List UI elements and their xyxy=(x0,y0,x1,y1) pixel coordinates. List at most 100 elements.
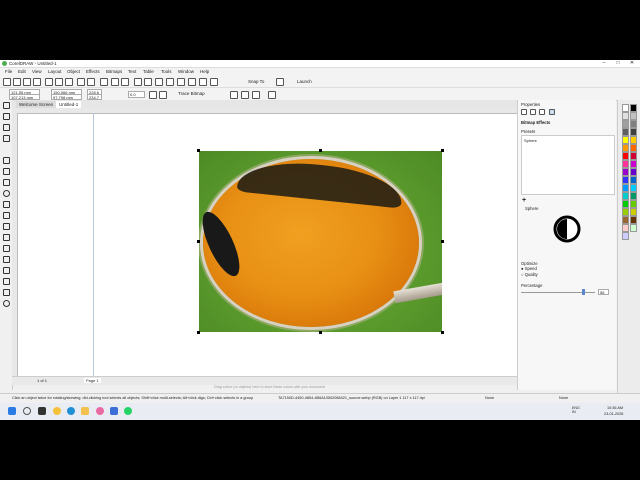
horizontal-ruler[interactable] xyxy=(12,108,517,114)
optimize-quality-radio[interactable]: ○ Quality xyxy=(521,272,538,277)
export-icon[interactable] xyxy=(121,78,129,86)
color-swatch[interactable] xyxy=(630,216,637,224)
fill-tab-icon[interactable] xyxy=(530,109,536,115)
color-swatch[interactable] xyxy=(622,120,629,128)
crop-bitmap-icon[interactable] xyxy=(230,91,238,99)
tab-welcome-screen[interactable]: Welcome Screen xyxy=(16,101,57,108)
shape-tool-icon[interactable] xyxy=(3,113,10,120)
windows-start-icon[interactable] xyxy=(8,407,16,415)
color-swatch[interactable] xyxy=(622,160,629,168)
outline-indicator[interactable]: None xyxy=(559,396,568,400)
fill-indicator[interactable]: None xyxy=(485,396,494,400)
menu-effects[interactable]: Effects xyxy=(86,69,100,74)
mirror-h-icon[interactable] xyxy=(149,91,157,99)
drop-shadow-icon[interactable] xyxy=(3,245,10,252)
color-swatch[interactable] xyxy=(622,192,629,200)
transparency-icon[interactable] xyxy=(3,256,10,263)
color-swatch[interactable] xyxy=(630,168,637,176)
interactive-fill-icon[interactable] xyxy=(3,278,10,285)
vertical-ruler[interactable] xyxy=(12,113,18,376)
menu-layout[interactable]: Layout xyxy=(48,69,62,74)
preset-sphere[interactable]: Sphere xyxy=(524,138,537,143)
clock-date[interactable]: 23-01-2026 xyxy=(604,412,623,416)
add-effect-icon[interactable]: + xyxy=(522,197,526,204)
dynamic-guides-icon[interactable] xyxy=(188,78,196,86)
menu-object[interactable]: Object xyxy=(67,69,80,74)
search-icon[interactable] xyxy=(100,78,108,86)
color-swatch[interactable] xyxy=(630,208,637,216)
edge-icon[interactable] xyxy=(67,407,75,415)
color-swatch[interactable] xyxy=(630,120,637,128)
color-swatch[interactable] xyxy=(630,152,637,160)
import-icon[interactable] xyxy=(111,78,119,86)
color-swatch[interactable] xyxy=(622,176,629,184)
presets-list[interactable]: Sphere xyxy=(521,135,615,195)
color-swatch[interactable] xyxy=(630,112,637,120)
color-swatch[interactable] xyxy=(630,176,637,184)
color-swatch[interactable] xyxy=(630,160,637,168)
color-swatch[interactable] xyxy=(622,184,629,192)
clock-time[interactable]: 10:36 AM xyxy=(607,406,623,410)
language-indicator[interactable]: ENG IN xyxy=(572,406,580,414)
selection-handle-tl[interactable] xyxy=(197,149,200,152)
selection-handle-ml[interactable] xyxy=(197,240,200,243)
color-swatch[interactable] xyxy=(630,200,637,208)
color-swatch[interactable] xyxy=(630,224,637,232)
lock-icon[interactable] xyxy=(210,78,218,86)
save-icon[interactable] xyxy=(23,78,31,86)
page-1-tab[interactable]: Page 1 xyxy=(84,378,101,383)
color-swatch[interactable] xyxy=(622,168,629,176)
artistic-media-icon[interactable] xyxy=(3,168,10,175)
polygon-tool-icon[interactable] xyxy=(3,201,10,208)
color-swatch[interactable] xyxy=(622,224,629,232)
rulers-icon[interactable] xyxy=(144,78,152,86)
color-swatch[interactable] xyxy=(622,152,629,160)
menu-edit[interactable]: Edit xyxy=(18,69,26,74)
outline-tab-icon[interactable] xyxy=(521,109,527,115)
snap-icon[interactable] xyxy=(199,78,207,86)
color-swatch[interactable] xyxy=(622,144,629,152)
menu-text[interactable]: Text xyxy=(128,69,136,74)
crop-tool-icon[interactable] xyxy=(3,124,10,131)
color-swatch[interactable] xyxy=(630,128,637,136)
pick-tool-icon[interactable] xyxy=(3,102,10,109)
close-button[interactable]: ✕ xyxy=(625,60,639,67)
edit-bitmap-icon[interactable] xyxy=(252,91,260,99)
transparency-tab-icon[interactable] xyxy=(539,109,545,115)
mirror-v-icon[interactable] xyxy=(159,91,167,99)
color-swatch[interactable] xyxy=(622,216,629,224)
selection-handle-br[interactable] xyxy=(441,331,444,334)
color-swatch[interactable] xyxy=(630,136,637,144)
color-swatch[interactable] xyxy=(622,208,629,216)
percentage-slider-thumb[interactable] xyxy=(581,289,585,295)
percentage-field[interactable]: 56 xyxy=(598,289,609,295)
menu-help[interactable]: Help xyxy=(200,69,209,74)
full-screen-icon[interactable] xyxy=(134,78,142,86)
color-swatch[interactable] xyxy=(630,192,637,200)
selection-handle-tc[interactable] xyxy=(319,149,322,152)
color-swatch[interactable] xyxy=(622,104,629,112)
menu-view[interactable]: View xyxy=(32,69,42,74)
ellipse-tool-icon[interactable] xyxy=(3,190,10,197)
text-tool-icon[interactable] xyxy=(3,212,10,219)
optimize-speed-radio[interactable]: ● Speed xyxy=(521,266,537,271)
rotation-field[interactable]: 0.0 xyxy=(128,91,145,98)
paste-icon[interactable] xyxy=(65,78,73,86)
effects-tab-icon[interactable] xyxy=(549,109,555,115)
bitmap-image[interactable] xyxy=(199,151,442,332)
color-swatch[interactable] xyxy=(622,128,629,136)
alignment-icon[interactable] xyxy=(177,78,185,86)
menu-tools[interactable]: Tools xyxy=(161,69,172,74)
wrap-text-icon[interactable] xyxy=(268,91,276,99)
smart-fill-icon[interactable] xyxy=(3,289,10,296)
maximize-button[interactable]: □ xyxy=(611,60,625,67)
resample-icon[interactable] xyxy=(241,91,249,99)
color-swatch[interactable] xyxy=(622,232,629,240)
minimize-button[interactable]: – xyxy=(597,60,611,67)
eyedropper-icon[interactable] xyxy=(3,267,10,274)
menu-bitmaps[interactable]: Bitmaps xyxy=(106,69,122,74)
undo-icon[interactable] xyxy=(77,78,85,86)
whatsapp-icon[interactable] xyxy=(124,407,132,415)
selection-handle-bc[interactable] xyxy=(319,331,322,334)
zoom-tool-icon[interactable] xyxy=(3,135,10,142)
